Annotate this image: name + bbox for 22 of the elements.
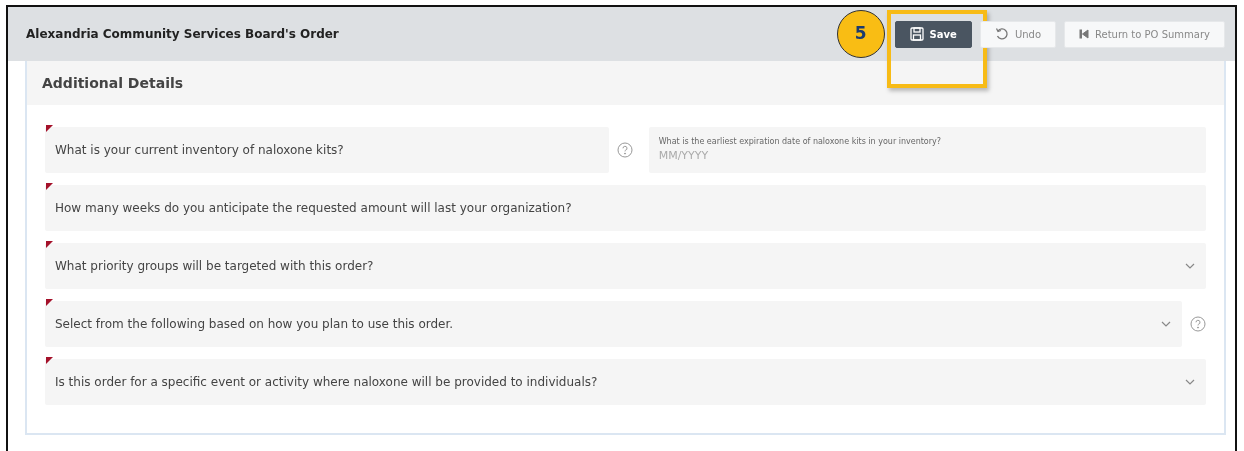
undo-button[interactable]: Undo xyxy=(979,20,1056,48)
help-icon[interactable] xyxy=(1190,316,1206,332)
dropdown-field[interactable]: Is this order for a specific event or activity where naloxone will be provided to individuals? xyxy=(45,359,1206,405)
save-icon xyxy=(909,27,924,41)
chevron-down-icon xyxy=(1160,320,1172,328)
undo-icon xyxy=(994,27,1009,41)
chevron-down-icon xyxy=(1184,378,1196,386)
input-field[interactable]: How many weeks do you anticipate the requested amount will last your organization? xyxy=(45,185,1206,231)
help-icon[interactable] xyxy=(616,142,633,158)
save-button[interactable]: Save xyxy=(894,20,972,48)
input-field[interactable]: What is your current inventory of naloxone kits? xyxy=(45,127,609,173)
field-placeholder: MM/YYYY xyxy=(658,147,709,164)
dropdown-field[interactable]: What priority groups will be targeted with this order? xyxy=(45,243,1206,289)
date-field[interactable]: What is the earliest expiration date of naloxone kits in your inventory? MM/YYYY xyxy=(648,127,1206,173)
step-number-badge: 5 xyxy=(836,10,885,58)
chevron-down-icon xyxy=(1184,262,1196,270)
section-title: Additional Details xyxy=(27,61,1224,105)
dropdown-field[interactable]: Select from the following based on how you plan to use this order. xyxy=(45,301,1182,347)
skip-back-icon xyxy=(1079,29,1089,39)
order-title: Alexandria Community Services Board's Order xyxy=(26,26,339,43)
field-label: What is the earliest expiration date of naloxone kits in your inventory? xyxy=(658,135,942,148)
return-button[interactable]: Return to PO Summary xyxy=(1064,20,1225,48)
